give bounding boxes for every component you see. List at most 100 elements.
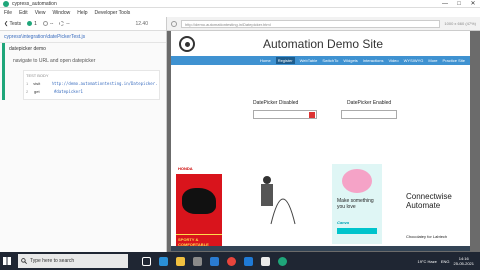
ad-image (176, 174, 222, 234)
nav-switchto[interactable]: SwitchTo (322, 58, 338, 63)
bell-curve-icon (270, 198, 296, 225)
command-row[interactable]: 2 get #datepicker1 (26, 89, 157, 94)
nav-wysiwyg[interactable]: WYSIWYG (404, 58, 424, 63)
site-title: Automation Demo Site (263, 36, 384, 51)
run-timer: 12.40 (135, 20, 148, 27)
aut-url[interactable]: http://demo.automationtesting.in/Datepic… (181, 19, 441, 28)
minimize-button[interactable]: — (438, 0, 452, 8)
app-under-test-panel: http://demo.automationtesting.in/Datepic… (167, 17, 480, 252)
clock[interactable]: 14:16 25-05-2021 (454, 256, 474, 266)
site-header: Automation Demo Site (171, 31, 470, 56)
start-button[interactable] (0, 252, 14, 270)
datepicker-section: DatePicker Disabled DatePicker Enabled (171, 97, 470, 127)
failed-count: -- (49, 20, 54, 27)
ad-subtext: Chocolatey for Labtech (406, 234, 448, 239)
spec-path[interactable]: cypress\integration\datePickerTest.js (0, 31, 166, 43)
nav-interactions[interactable]: Interactions (363, 58, 384, 63)
passed-icon (27, 21, 33, 26)
store-icon[interactable] (193, 256, 202, 266)
nav-widgets[interactable]: Widgets (343, 58, 357, 63)
cypress-icon[interactable] (278, 256, 287, 266)
aut-url-bar: http://demo.automationtesting.in/Datepic… (167, 17, 480, 31)
menubar: File Edit View Window Help Developer Too… (0, 8, 480, 17)
command-row[interactable]: 1 visit http://demo.automationtesting.in… (26, 81, 157, 86)
command-log-heading: TEST BODY (26, 73, 49, 78)
ad-button[interactable] (337, 228, 377, 234)
taskbar: Type here to search 19°C Haze ENG 14:16 … (0, 252, 480, 270)
menu-edit[interactable]: Edit (19, 10, 28, 16)
test-runner-panel: ❮ Tests 1 -- -- 12.40 cypress\integratio… (0, 17, 167, 252)
nav-practice-site[interactable]: Practice Site (443, 58, 465, 63)
system-tray: 19°C Haze ENG 14:16 25-05-2021 (417, 256, 480, 266)
search-placeholder: Type here to search (30, 258, 75, 264)
nav-video[interactable]: Video (388, 58, 398, 63)
datepicker-enabled-input[interactable] (341, 110, 397, 119)
runner-header: ❮ Tests 1 -- -- 12.40 (0, 17, 166, 31)
menu-file[interactable]: File (4, 10, 12, 16)
test-title[interactable]: navigate to URL and open datepicker (13, 58, 166, 64)
chrome-icon[interactable] (227, 256, 236, 266)
illustration-ad[interactable] (249, 164, 301, 229)
nav-home[interactable]: Home (260, 58, 271, 63)
passed-stat: 1 (27, 21, 37, 27)
ad-area: HONDA SPORTY & COMFORTABLE Make somethin… (171, 164, 470, 251)
command-number: 2 (26, 89, 29, 94)
maximize-button[interactable]: □ (452, 0, 466, 8)
ad-headline: Make something you love (337, 198, 374, 210)
command-message: #datepicker1 (54, 89, 83, 94)
command-name: get (34, 89, 40, 94)
test-suite: datepicker demo navigate to URL and open… (2, 43, 166, 100)
website-page: Automation Demo Site Home Register WebTa… (171, 31, 470, 251)
taskbar-apps (142, 256, 287, 266)
task-view-icon[interactable] (142, 256, 151, 266)
vscode-icon[interactable] (244, 256, 253, 266)
failed-stat: -- (42, 20, 54, 27)
window-title: cypress_automation (12, 0, 57, 7)
passed-count: 1 (34, 20, 37, 27)
connectwise-ad[interactable]: Connectwise Automate Chocolatey for Labt… (403, 164, 470, 251)
close-button[interactable]: ✕ (466, 0, 480, 8)
clock-date: 25-05-2021 (453, 261, 474, 266)
nav-webtable[interactable]: WebTable (300, 58, 318, 63)
ad-brand: HONDA (176, 164, 222, 174)
windows-logo-icon (3, 257, 11, 265)
taskbar-search[interactable]: Type here to search (18, 254, 128, 268)
pending-icon (59, 21, 65, 26)
command-log: TEST BODY 1 visit http://demo.automation… (23, 70, 160, 100)
datepicker-disabled-label: DatePicker Disabled (253, 100, 299, 106)
suite-title[interactable]: datepicker demo (9, 46, 166, 52)
notepad-icon[interactable] (261, 256, 270, 266)
tests-back-link[interactable]: ❮ Tests (4, 21, 21, 27)
ad-headline: Connectwise Automate (406, 192, 452, 210)
menu-help[interactable]: Help (77, 10, 87, 16)
command-name: visit (33, 81, 41, 86)
command-message: http://demo.automationtesting.in/Datepic… (51, 81, 157, 86)
mail-icon[interactable] (210, 256, 219, 266)
weather-status[interactable]: 19°C Haze (417, 259, 436, 264)
pending-count: -- (66, 20, 70, 27)
selector-playground-icon[interactable] (171, 20, 177, 27)
edge-icon[interactable] (159, 256, 168, 266)
canva-logo: Canva (337, 220, 350, 225)
pending-stat: -- (59, 20, 70, 27)
command-number: 1 (26, 81, 29, 86)
failed-icon (42, 21, 48, 26)
motorcycle-image (182, 188, 216, 214)
menu-view[interactable]: View (35, 10, 46, 16)
language-indicator[interactable]: ENG (441, 259, 450, 264)
calendar-icon[interactable] (309, 112, 315, 118)
datepicker-enabled-label: DatePicker Enabled (347, 100, 392, 106)
datepicker-disabled-input[interactable] (253, 110, 317, 119)
canva-ad[interactable]: Make something you love Canva (332, 164, 382, 244)
window-titlebar: cypress_automation — □ ✕ (0, 0, 480, 8)
viewport-info: 1000 x 660 (47%) (444, 21, 476, 26)
aut-status-strip (171, 246, 470, 251)
file-explorer-icon[interactable] (176, 256, 185, 266)
menu-developer-tools[interactable]: Developer Tools (95, 10, 131, 16)
nav-register[interactable]: Register (275, 57, 295, 64)
menu-window[interactable]: Window (52, 10, 70, 16)
nav-more[interactable]: More (428, 58, 437, 63)
search-icon (21, 258, 27, 264)
window-controls: — □ ✕ (438, 0, 480, 8)
honda-ad[interactable]: HONDA SPORTY & COMFORTABLE (176, 164, 222, 251)
